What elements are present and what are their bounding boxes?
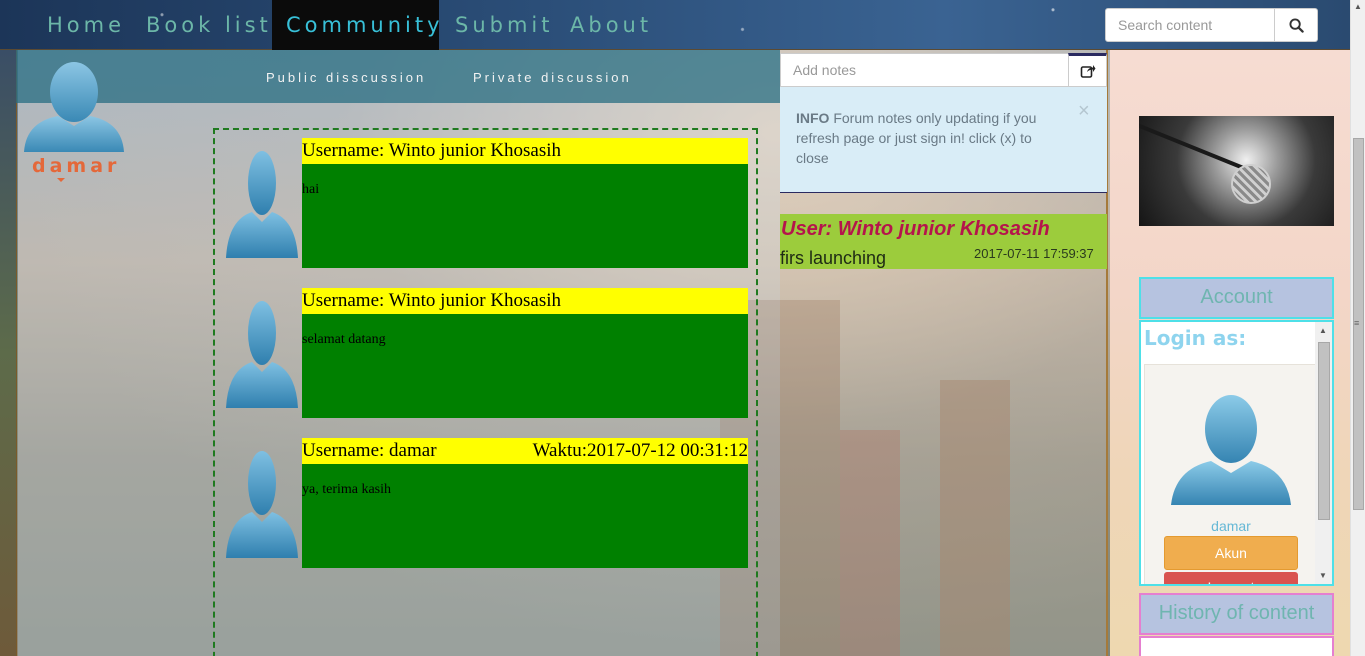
nav-book-list[interactable]: Book list — [132, 0, 286, 50]
account-username[interactable]: damar — [1145, 518, 1317, 534]
account-panel: Login as: damar Akun Log out ▲ ▼ — [1139, 320, 1334, 586]
user-avatar-icon — [226, 301, 298, 408]
discussion-tabs: Public disscussion Private discussion — [16, 50, 780, 103]
login-card: damar Akun Log out — [1144, 364, 1317, 584]
note-time: 2017-07-11 17:59:37 — [974, 246, 1094, 261]
account-header: Account — [1139, 277, 1334, 319]
scroll-thumb[interactable] — [1318, 342, 1330, 520]
message-body: selamat datang — [302, 314, 748, 418]
nav-submit[interactable]: Submit — [441, 0, 568, 50]
history-header: History of content — [1139, 593, 1334, 635]
logout-button[interactable]: Log out — [1164, 572, 1298, 584]
scroll-up-icon[interactable]: ▲ — [1354, 2, 1362, 11]
note-text: firs launching — [780, 248, 887, 268]
caret-down-icon[interactable] — [57, 178, 65, 182]
message-username: Username: Winto junior Khosasih — [302, 140, 562, 161]
info-text: Forum notes only updating if you refresh… — [796, 110, 1037, 166]
scroll-up-icon[interactable]: ▲ — [1319, 326, 1327, 335]
note-user: User: Winto junior Khosasih — [781, 218, 1050, 240]
nav-home[interactable]: Home — [33, 0, 139, 50]
message-username: Username: damar — [302, 440, 437, 461]
message-time: Waktu:2017-07-12 00:31:12 — [532, 440, 748, 461]
nav-community[interactable]: Community — [272, 0, 440, 50]
satellite-image — [1139, 116, 1334, 226]
tab-private-discussion[interactable]: Private discussion — [473, 70, 632, 85]
login-as-label: Login as: — [1144, 326, 1247, 350]
profile-avatar-icon[interactable] — [20, 60, 128, 155]
history-panel — [1139, 636, 1334, 656]
info-label: INFO — [796, 110, 830, 126]
info-alert: INFO Forum notes only updating if you re… — [780, 87, 1107, 193]
user-avatar-icon — [226, 151, 298, 258]
search-icon — [1288, 17, 1304, 33]
top-navbar: Home Book list Community Submit About — [0, 0, 1350, 50]
add-notes-input[interactable] — [780, 53, 1069, 87]
message-body: ya, terima kasih — [302, 464, 748, 568]
search-input[interactable] — [1105, 8, 1275, 42]
nav-about[interactable]: About — [556, 0, 666, 50]
user-avatar-icon — [226, 451, 298, 558]
account-avatar-icon — [1171, 395, 1291, 505]
share-icon — [1080, 65, 1095, 78]
profile-username[interactable]: damar — [32, 155, 120, 177]
grip-icon: ≡ — [1354, 318, 1360, 328]
submit-note-button[interactable] — [1068, 53, 1107, 87]
close-icon[interactable]: × — [1078, 100, 1090, 123]
message-header: Username: Winto junior Khosasih — [302, 288, 748, 314]
search-form — [1105, 8, 1318, 42]
message-header: Username: Winto junior Khosasih — [302, 138, 748, 164]
akun-button[interactable]: Akun — [1164, 536, 1298, 570]
message-username: Username: Winto junior Khosasih — [302, 290, 562, 311]
search-button[interactable] — [1275, 8, 1318, 42]
message-body: hai — [302, 164, 748, 268]
scroll-down-icon[interactable]: ▼ — [1319, 571, 1327, 580]
message-header: Username: damar Waktu:2017-07-12 00:31:1… — [302, 438, 748, 464]
tab-public-discussion[interactable]: Public disscussion — [266, 70, 426, 85]
account-scrollbar[interactable]: ▲ ▼ — [1315, 322, 1332, 584]
page-scrollbar[interactable]: ▲ ≡ — [1350, 0, 1365, 656]
